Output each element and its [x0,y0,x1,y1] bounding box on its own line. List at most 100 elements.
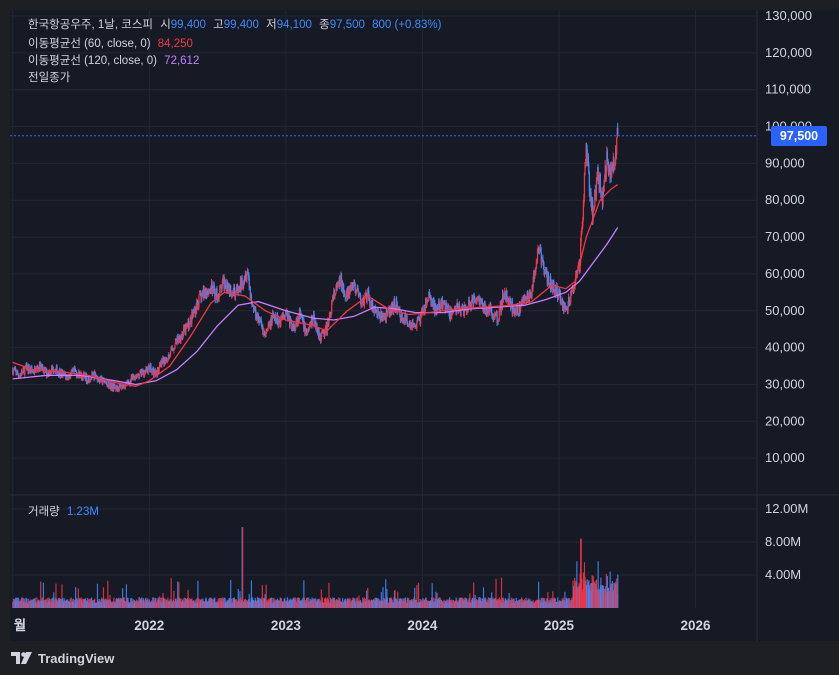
candle-body [372,300,374,306]
time-tick-label: 월 [14,617,26,633]
volume-label: 거래량 [28,506,60,518]
candle-body [580,234,582,242]
last-price-tag: 97,500 [771,125,827,146]
ma60-line [12,184,619,387]
candle-body [617,128,619,136]
legend-volume[interactable]: 거래량 1.23M [28,504,103,520]
price-tick-label: 10,000 [765,450,805,465]
legend-ohlc: 한국항공우주, 1날, 코스피 시99,400 고99,400 저94,100 … [28,17,446,33]
legend-low-label: 저 [266,19,277,31]
ma120-label: 이동평균선 (120, close, 0) [28,55,157,67]
legend-low-value: 94,100 [276,19,312,31]
candle-body [174,344,176,349]
price-tick-label: 70,000 [765,229,805,244]
candle-body [429,293,431,297]
candle-body [607,159,609,162]
legend-ma120[interactable]: 이동평균선 (120, close, 0) 72,612 [28,53,203,69]
volume-bar [617,574,619,608]
volume-tick-label: 8.00M [765,534,801,549]
price-tick-label: 130,000 [765,10,812,23]
time-tick-label: 2025 [544,618,575,633]
candle-body [352,285,355,289]
candle-body [606,151,609,160]
price-tick-label: 80,000 [765,192,805,207]
candle-body [552,285,554,292]
ma60-value: 84,250 [157,38,193,50]
candle-body [147,367,149,373]
candle-body [241,278,243,288]
candle-body [198,294,200,307]
legend-symbol[interactable]: 한국항공우주, 1날, 코스피 [28,19,153,31]
candle-body [176,336,178,344]
candle-body [457,302,459,309]
candle-body [446,303,448,306]
candle-body [546,268,548,277]
price-tick-label: 60,000 [765,266,805,281]
candle-body [201,295,203,302]
price-tick-label: 90,000 [765,155,805,170]
legend-close-value: 97,500 [329,19,365,31]
price-tick-label: 110,000 [765,82,811,97]
volume-bars [12,527,619,608]
chart-canvas[interactable]: 10,000 20,000 30,000 40,000 50,000 60,000 70,0… [10,10,839,641]
price-tick-label: 20,000 [765,413,805,428]
tradingview-brand[interactable]: TradingView [11,649,114,667]
candle-body [354,283,356,290]
candle-body [170,350,172,357]
time-axis: 월 2022 2023 2024 2025 2026 [14,617,711,633]
candle-body [162,358,165,363]
price-tick-label: 50,000 [765,303,805,318]
legend-ma60[interactable]: 이동평균선 (60, close, 0) 84,250 [28,36,197,52]
price-tick-label: 120,000 [765,45,812,60]
candle-body [583,174,586,199]
legend-high-label: 고 [213,19,224,31]
volume-tick-label: 12.00M [765,501,808,516]
candle-body [219,286,221,296]
candle-body [263,330,266,335]
candle-body [487,311,490,314]
candle-body [120,387,123,389]
candle-body [401,312,403,323]
legend-high-value: 99,400 [223,19,259,31]
candle-body [106,380,108,385]
grid-lines [10,10,757,608]
volume-tick-label: 4.00M [765,567,801,582]
candle-body [257,315,260,321]
candle-body [419,318,421,321]
volume-bar [242,527,244,608]
ma60-label: 이동평균선 (60, close, 0) [28,38,151,50]
candle-body [517,305,519,315]
price-tick-label: 40,000 [765,340,805,355]
candle-body [547,272,550,285]
candle-body [535,269,537,273]
chart-frame[interactable]: 10,000 20,000 30,000 40,000 50,000 60,000 70,0… [10,10,839,641]
candle-body [595,180,598,197]
prev-close-label: 전일종가 [28,72,71,84]
ma120-value: 72,612 [164,55,200,67]
candle-body [478,297,480,303]
candle-body [593,206,595,210]
time-tick-label: 2022 [134,618,164,633]
candle-body [108,384,111,389]
candle-body [344,293,346,297]
candle-body [396,299,398,302]
brand-name: TradingView [38,650,115,666]
ma120-line [12,227,619,386]
price-axis: 10,000 20,000 30,000 40,000 50,000 60,000 70,0… [765,10,812,465]
volume-value: 1.23M [66,506,99,518]
candle-body [250,294,253,304]
legend-close-label: 종 [319,19,330,31]
time-tick-label: 2023 [271,618,302,633]
candle-body [153,372,155,376]
candle-body [284,314,286,319]
candle-body [599,174,601,191]
candle-body [225,285,227,289]
legend-open-value: 99,400 [170,19,206,31]
volume-axis: 4.00M 8.00M 12.00M [765,501,808,582]
candle-body [102,382,104,385]
legend-prev-close[interactable]: 전일종가 [28,70,74,86]
time-tick-label: 2024 [407,618,438,633]
price-tick-label: 30,000 [765,376,805,391]
candle-body [113,388,115,391]
tradingview-logo-icon [11,652,32,664]
